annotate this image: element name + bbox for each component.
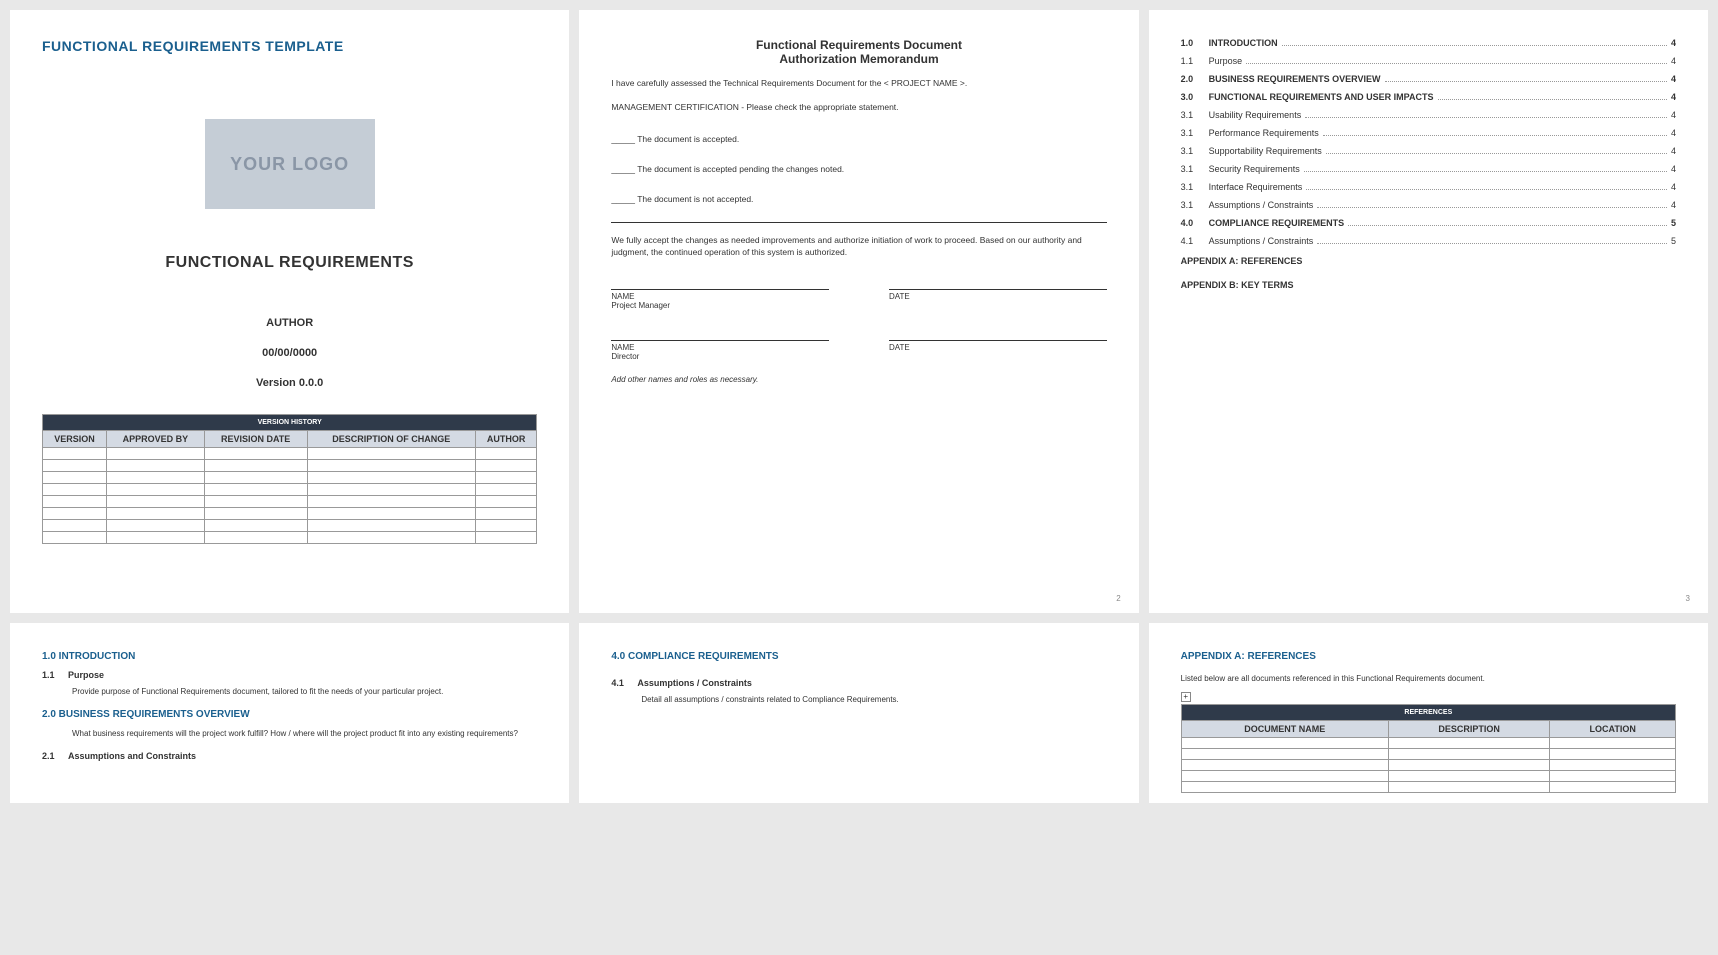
toc-entry: 1.1Purpose4 [1181, 56, 1676, 66]
toc-entry: 3.1Performance Requirements4 [1181, 128, 1676, 138]
table-row [1181, 782, 1675, 793]
page-number: 2 [1116, 594, 1120, 603]
sig-name-label: NAME [611, 340, 829, 352]
page-2-authorization: Functional Requirements Document Authori… [579, 10, 1138, 613]
toc-entry: 3.1Assumptions / Constraints4 [1181, 200, 1676, 210]
sig-date-label: DATE [889, 340, 1107, 352]
toc-entry: 3.1Usability Requirements4 [1181, 110, 1676, 120]
subsection-1-1: 1.1Purpose [42, 670, 537, 680]
check-option-2: The document is accepted pending the cha… [611, 164, 1106, 174]
check-option-3: The document is not accepted. [611, 194, 1106, 204]
date-field: 00/00/0000 [42, 347, 537, 359]
expand-icon[interactable]: + [1181, 692, 1191, 702]
version-field: Version 0.0.0 [42, 377, 537, 389]
ref-title: REFERENCES [1181, 705, 1675, 721]
toc-entry: 2.0BUSINESS REQUIREMENTS OVERVIEW4 [1181, 74, 1676, 84]
appendix-a-title: APPENDIX A: REFERENCES [1181, 651, 1676, 662]
toc-entry: 1.0INTRODUCTION4 [1181, 38, 1676, 48]
template-title: FUNCTIONAL REQUIREMENTS TEMPLATE [42, 38, 537, 54]
appendix-a: APPENDIX A: REFERENCES [1181, 256, 1676, 266]
table-row [43, 508, 537, 520]
sig-role-pm: Project Manager [611, 301, 829, 310]
section-2: 2.0 BUSINESS REQUIREMENTS OVERVIEW [42, 709, 537, 720]
vh-title: VERSION HISTORY [43, 415, 537, 431]
table-row [43, 448, 537, 460]
doc-heading: FUNCTIONAL REQUIREMENTS [42, 254, 537, 272]
auth-title-1: Functional Requirements Document [611, 38, 1106, 52]
table-row [43, 460, 537, 472]
page-5-compliance: 4.0 COMPLIANCE REQUIREMENTS 4.1Assumptio… [579, 623, 1138, 803]
table-row [43, 484, 537, 496]
business-req-text: What business requirements will the proj… [72, 728, 537, 739]
references-table: REFERENCES DOCUMENT NAME DESCRIPTION LOC… [1181, 704, 1676, 793]
page-1-cover: FUNCTIONAL REQUIREMENTS TEMPLATE YOUR LO… [10, 10, 569, 613]
ref-col-desc: DESCRIPTION [1388, 721, 1549, 738]
auth-cert: MANAGEMENT CERTIFICATION - Please check … [611, 102, 1106, 114]
table-row [43, 496, 537, 508]
sig-note: Add other names and roles as necessary. [611, 375, 1106, 384]
author-field: AUTHOR [42, 317, 537, 329]
references-note: Listed below are all documents reference… [1181, 674, 1676, 683]
signature-block-2: NAMEDirector DATE [611, 340, 1106, 361]
toc-entry: 4.0COMPLIANCE REQUIREMENTS5 [1181, 218, 1676, 228]
subsection-4-1: 4.1Assumptions / Constraints [611, 678, 1106, 688]
vh-col-author: AUTHOR [476, 431, 537, 448]
toc-entry: 3.0FUNCTIONAL REQUIREMENTS AND USER IMPA… [1181, 92, 1676, 102]
logo-placeholder: YOUR LOGO [205, 119, 375, 209]
auth-intro: I have carefully assessed the Technical … [611, 78, 1106, 90]
check-option-1: The document is accepted. [611, 134, 1106, 144]
table-row [43, 472, 537, 484]
table-row [43, 520, 537, 532]
vh-col-approved: APPROVED BY [107, 431, 205, 448]
toc-entry: 3.1Supportability Requirements4 [1181, 146, 1676, 156]
page-4-intro: 1.0 INTRODUCTION 1.1Purpose Provide purp… [10, 623, 569, 803]
vh-col-version: VERSION [43, 431, 107, 448]
sig-role-director: Director [611, 352, 829, 361]
ref-col-loc: LOCATION [1550, 721, 1676, 738]
toc-entry: 4.1Assumptions / Constraints5 [1181, 236, 1676, 246]
table-row [1181, 738, 1675, 749]
vh-col-revdate: REVISION DATE [204, 431, 307, 448]
table-row [43, 532, 537, 544]
auth-title-2: Authorization Memorandum [611, 52, 1106, 66]
toc-entry: 3.1Security Requirements4 [1181, 164, 1676, 174]
page-3-toc: 1.0INTRODUCTION4 1.1Purpose4 2.0BUSINESS R… [1149, 10, 1708, 613]
purpose-text: Provide purpose of Functional Requiremen… [72, 686, 537, 697]
page-6-references: APPENDIX A: REFERENCES Listed below are … [1149, 623, 1708, 803]
appendix-b: APPENDIX B: KEY TERMS [1181, 280, 1676, 290]
ref-col-name: DOCUMENT NAME [1181, 721, 1388, 738]
version-history-table: VERSION HISTORY VERSION APPROVED BY REVI… [42, 414, 537, 544]
section-1: 1.0 INTRODUCTION [42, 651, 537, 662]
signature-block-1: NAMEProject Manager DATE [611, 289, 1106, 310]
section-4: 4.0 COMPLIANCE REQUIREMENTS [611, 651, 1106, 662]
table-row [1181, 760, 1675, 771]
table-row [1181, 749, 1675, 760]
toc-entry: 3.1Interface Requirements4 [1181, 182, 1676, 192]
acceptance-text: We fully accept the changes as needed im… [611, 235, 1106, 259]
subsection-2-1: 2.1Assumptions and Constraints [42, 751, 537, 761]
sig-name-label: NAME [611, 289, 829, 301]
page-number: 3 [1686, 594, 1690, 603]
divider [611, 222, 1106, 223]
compliance-text: Detail all assumptions / constraints rel… [641, 694, 1106, 705]
vh-col-desc: DESCRIPTION OF CHANGE [307, 431, 475, 448]
table-row [1181, 771, 1675, 782]
sig-date-label: DATE [889, 289, 1107, 301]
